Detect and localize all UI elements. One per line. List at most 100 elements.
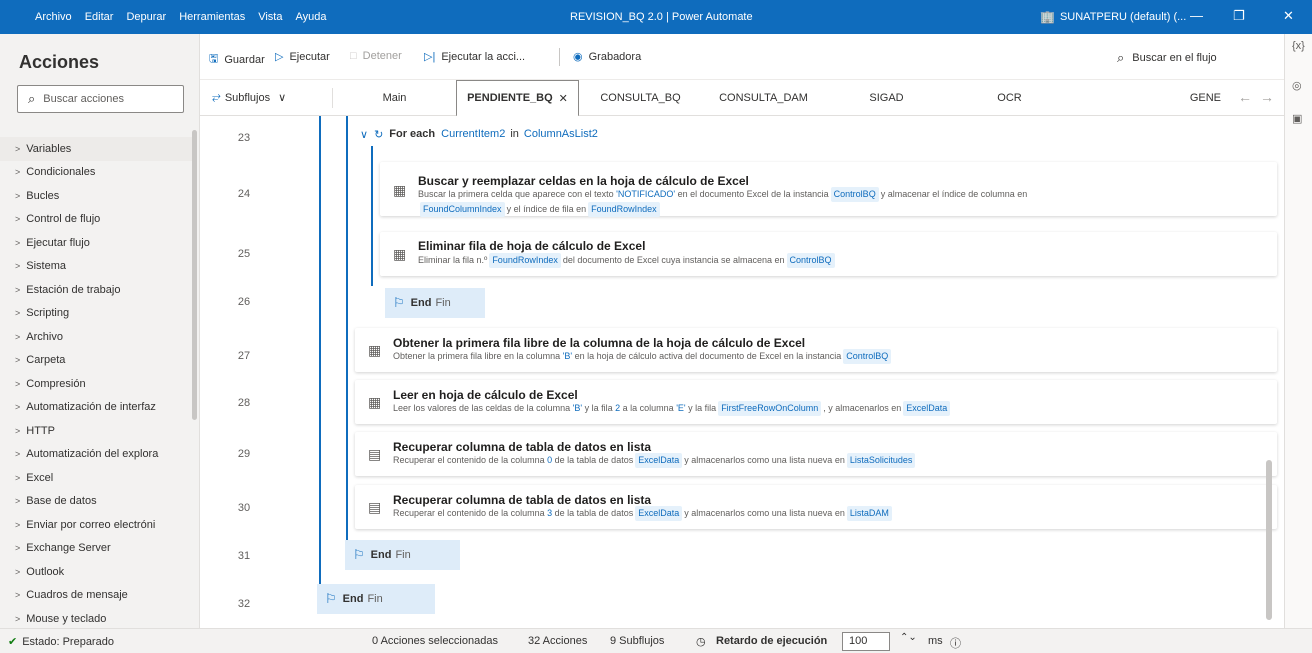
search-flow-input[interactable]: ⌕ Buscar en el flujo [1117, 50, 1217, 66]
close-button[interactable]: ✕ [1283, 8, 1294, 24]
category-item[interactable]: > Estación de trabajo [0, 278, 192, 302]
category-label: Bucles [26, 189, 60, 202]
menu-depurar[interactable]: Depurar [126, 11, 166, 23]
variable-token: ControlBQ [786, 253, 835, 268]
excel-icon: ▦ [393, 182, 407, 198]
nesting-rail [371, 146, 373, 286]
category-item[interactable]: > HTTP [0, 419, 192, 443]
end-label: Fin [395, 549, 411, 561]
action-recuperar-columna[interactable]: ▤ Recuperar columna de tabla de datos en… [355, 485, 1277, 529]
chevron-right-icon: > [15, 355, 21, 366]
category-item[interactable]: > Excel [0, 466, 192, 490]
tab-main[interactable]: Main [333, 80, 456, 116]
recorder-button[interactable]: ◉ Grabadora [573, 50, 641, 64]
category-item[interactable]: > Sistema [0, 255, 192, 279]
category-item[interactable]: > Compresión [0, 372, 192, 396]
menu-archivo[interactable]: Archivo [35, 11, 72, 23]
end-block[interactable]: ⚐ End Fin [317, 584, 435, 614]
action-primera-fila-libre[interactable]: ▦ Obtener la primera fila libre de la co… [355, 328, 1277, 372]
desc-literal: 'B' [572, 403, 583, 413]
ui-elements-icon[interactable]: ◎ [1292, 79, 1302, 92]
desc-literal: 'E' [676, 403, 686, 413]
tab-consulta-bq[interactable]: CONSULTA_BQ [579, 80, 702, 116]
chevron-right-icon: > [15, 284, 21, 295]
line-number: 30 [237, 502, 251, 514]
category-item[interactable]: > Control de flujo [0, 208, 192, 232]
minimize-button[interactable]: — [1190, 8, 1203, 23]
desc-literal: 'NOTIFICADO' [616, 189, 676, 199]
tab-sigad[interactable]: SIGAD [825, 80, 948, 116]
step-icon: ▷| [424, 51, 436, 63]
category-item[interactable]: > Automatización de interfaz [0, 396, 192, 420]
chevron-right-icon: > [15, 519, 21, 530]
run-action-label: Ejecutar la acci... [441, 50, 526, 63]
stepper-icon[interactable]: ⌃⌄ [900, 632, 917, 643]
category-item[interactable]: > Automatización del explora [0, 443, 192, 467]
category-item[interactable]: > Archivo [0, 325, 192, 349]
arrow-right-icon[interactable]: → [1260, 89, 1274, 105]
status-bar: ✔ Estado: Preparado 0 Acciones seleccion… [0, 628, 1312, 653]
images-icon[interactable]: ▣ [1292, 112, 1302, 125]
record-icon: ◉ [573, 51, 583, 63]
run-action-button[interactable]: ▷| Ejecutar la acci... [424, 50, 526, 64]
actions-scrollbar[interactable] [192, 130, 197, 420]
category-item[interactable]: > Condicionales [0, 161, 192, 185]
category-label: Cuadros de mensaje [26, 589, 128, 602]
category-item[interactable]: > Bucles [0, 184, 192, 208]
action-title: Eliminar fila de hoja de cálculo de Exce… [418, 239, 646, 253]
category-item[interactable]: > Ejecutar flujo [0, 231, 192, 255]
flag-icon: ⚐ [353, 547, 365, 562]
end-label: Fin [435, 297, 451, 309]
category-label: Mouse y teclado [26, 612, 107, 625]
category-item[interactable]: > Variables [0, 137, 192, 161]
menu-ayuda[interactable]: Ayuda [295, 11, 326, 23]
restore-button[interactable]: ❐ [1233, 8, 1245, 24]
tab-pendiente-bq[interactable]: PENDIENTE_BQ ✕ [456, 80, 579, 117]
save-label: Guardar [224, 53, 265, 66]
action-buscar-reemplazar[interactable]: ▦ Buscar y reemplazar celdas en la hoja … [380, 162, 1277, 217]
end-block[interactable]: ⚐ End Fin [345, 540, 460, 570]
category-item[interactable]: > Exchange Server [0, 537, 192, 561]
search-actions-input[interactable]: ⌕ Buscar acciones [17, 85, 184, 113]
category-item[interactable]: > Enviar por correo electróni [0, 513, 192, 537]
close-tab-icon[interactable]: ✕ [559, 92, 568, 105]
category-item[interactable]: > Scripting [0, 302, 192, 326]
foreach-block[interactable]: ∨ ↻ For each CurrentItem2 in ColumnAsLis… [360, 121, 603, 147]
action-title: Leer en hoja de cálculo de Excel [393, 388, 578, 402]
desc-text: de la tabla de datos [554, 455, 634, 465]
action-categories: > Variables > Condicionales > Bucles > Contr… [0, 137, 192, 631]
category-label: Control de flujo [26, 213, 101, 226]
arrow-left-icon[interactable]: ← [1238, 89, 1252, 105]
run-button[interactable]: ▷ Ejecutar [275, 50, 330, 64]
menu-vista[interactable]: Vista [258, 11, 282, 23]
subflows-dropdown[interactable]: ⥂ Subflujos ∨ [212, 91, 286, 104]
tab-ocr[interactable]: OCR [948, 80, 1071, 116]
tab-gene[interactable]: GENE [1071, 80, 1231, 116]
tab-consulta-dam[interactable]: CONSULTA_DAM [702, 80, 825, 116]
stop-button[interactable]: □ Detener [350, 50, 402, 62]
action-recuperar-columna[interactable]: ▤ Recuperar columna de tabla de datos en… [355, 432, 1277, 476]
menu-bar: Archivo Editar Depurar Herramientas Vist… [35, 11, 339, 23]
menu-editar[interactable]: Editar [85, 11, 114, 23]
category-item[interactable]: > Outlook [0, 560, 192, 584]
category-item[interactable]: > Cuadros de mensaje [0, 584, 192, 608]
category-item[interactable]: > Base de datos [0, 490, 192, 514]
save-icon: 🖫 [209, 53, 219, 65]
canvas-scrollbar[interactable] [1266, 460, 1272, 620]
delay-input[interactable]: 100 [842, 632, 890, 651]
user-name: SUNATPERU (default) (... [1059, 11, 1187, 23]
end-block[interactable]: ⚐ End Fin [385, 288, 485, 318]
category-item[interactable]: > Mouse y teclado [0, 607, 192, 631]
collapse-chevron-icon[interactable]: ∨ [360, 128, 368, 141]
info-icon[interactable]: ⓘ [950, 635, 961, 651]
user-account[interactable]: 🏢 SUNATPERU (default) (... [1040, 10, 1186, 24]
category-item[interactable]: > Carpeta [0, 349, 192, 373]
variable-token: ControlBQ [843, 349, 892, 364]
desc-text: Obtener la primera fila libre en la colu… [393, 351, 561, 361]
save-button[interactable]: 🖫 Guardar [209, 50, 265, 69]
menu-herramientas[interactable]: Herramientas [179, 11, 245, 23]
action-eliminar-fila[interactable]: ▦ Eliminar fila de hoja de cálculo de Ex… [380, 232, 1277, 276]
action-leer-hoja[interactable]: ▦ Leer en hoja de cálculo de Excel Leer … [355, 380, 1277, 424]
variables-icon[interactable]: {x} [1292, 40, 1305, 52]
chevron-right-icon: > [15, 590, 21, 601]
